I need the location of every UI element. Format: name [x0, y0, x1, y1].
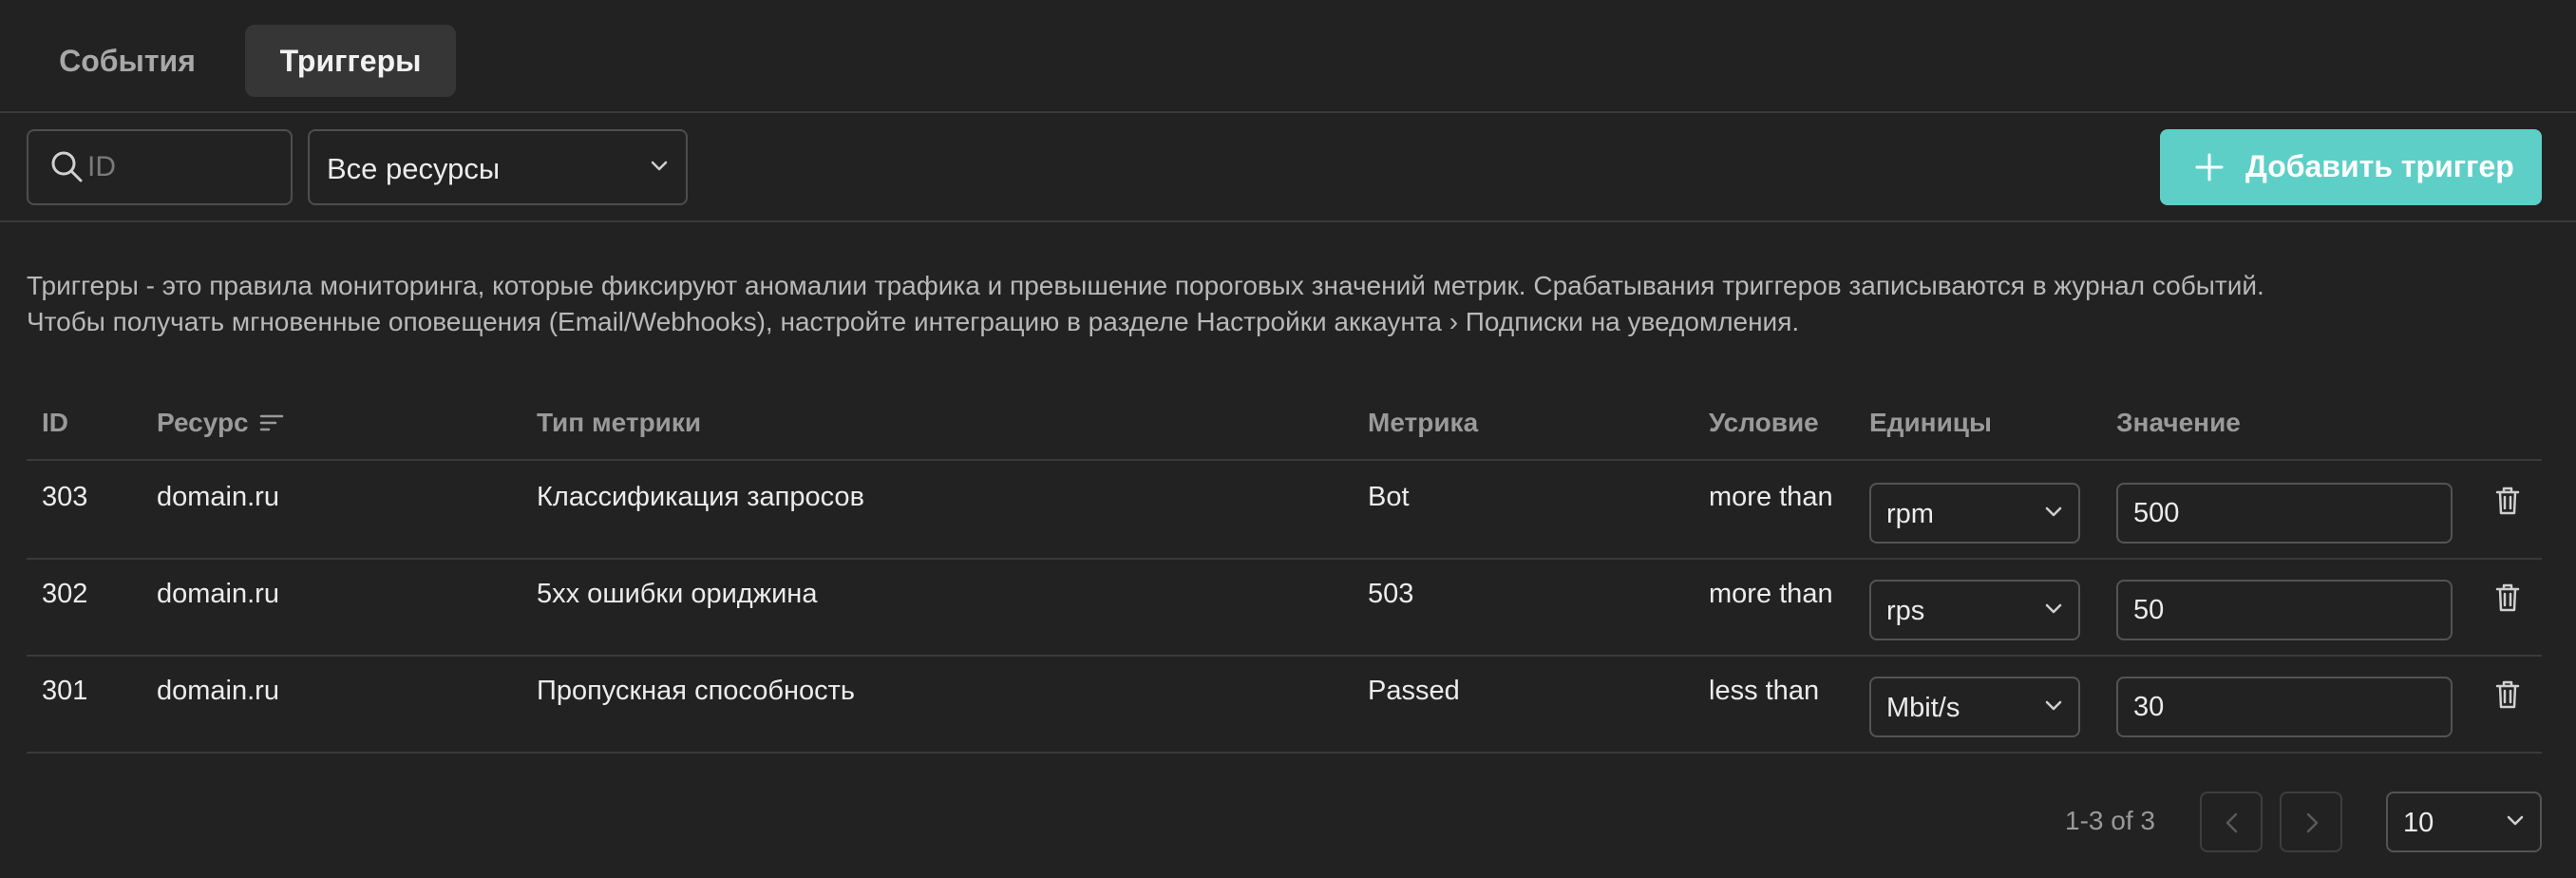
column-header-metric-type: Тип метрики [537, 408, 702, 437]
chevron-left-icon [2226, 812, 2238, 833]
column-header-units: Единицы [1869, 408, 1992, 437]
unit-select[interactable]: rps [1869, 580, 2080, 640]
pagination-range: 1-3 of 3 [2065, 806, 2155, 835]
unit-select[interactable]: rpm [1869, 483, 2080, 544]
table-header: ID Ресурс Тип метрики Метрика Условие Ед… [27, 394, 2542, 461]
trash-icon[interactable] [2494, 679, 2521, 715]
tab-events[interactable]: События [30, 25, 224, 97]
row-resource: domain.ru [157, 482, 279, 512]
tab-bar: События Триггеры [0, 0, 2576, 113]
column-header-resource-label: Ресурс [157, 408, 249, 437]
row-metric: Bot [1368, 482, 1410, 512]
chevron-down-icon [2044, 699, 2063, 717]
unit-select-value: rps [1886, 596, 1925, 626]
column-header-metric: Метрика [1368, 408, 1479, 437]
row-metric-type: 5xx ошибки ориджина [537, 579, 818, 609]
resource-filter-value: Все ресурсы [327, 152, 501, 185]
table-row: 302 domain.ru 5xx ошибки ориджина 503 mo… [27, 560, 2542, 657]
toolbar: Все ресурсы Добавить триггер [0, 113, 2576, 222]
column-header-id: ID [42, 408, 68, 437]
column-header-value: Значение [2116, 408, 2241, 437]
info-line-1: Триггеры - это правила мониторинга, кото… [27, 271, 2264, 300]
chevron-down-icon [650, 160, 669, 178]
chevron-down-icon [2044, 602, 2063, 620]
page-size-value: 10 [2403, 808, 2434, 838]
table-row: 301 domain.ru Пропускная способность Pas… [27, 657, 2542, 754]
row-condition: more than [1709, 482, 1833, 512]
chevron-down-icon [2506, 814, 2525, 832]
unit-select-value: rpm [1886, 499, 1934, 529]
page-size-select[interactable]: 10 [2386, 792, 2542, 852]
column-header-condition: Условие [1709, 408, 1819, 437]
resource-filter-select[interactable]: Все ресурсы [308, 129, 688, 205]
trash-icon[interactable] [2494, 582, 2521, 618]
tab-triggers[interactable]: Триггеры [245, 25, 456, 97]
row-resource: domain.ru [157, 676, 279, 706]
row-metric: Passed [1368, 676, 1460, 706]
search-box[interactable] [27, 129, 293, 205]
row-resource: domain.ru [157, 579, 279, 609]
unit-select-value: Mbit/s [1886, 693, 1960, 723]
add-trigger-label: Добавить триггер [2245, 149, 2514, 183]
row-metric-type: Пропускная способность [537, 676, 856, 706]
plus-icon [2194, 152, 2225, 187]
sort-icon[interactable] [259, 410, 284, 440]
row-id: 303 [42, 482, 88, 512]
add-trigger-button[interactable]: Добавить триггер [2160, 129, 2542, 205]
row-metric-type: Классификация запросов [537, 482, 864, 512]
unit-select[interactable]: Mbit/s [1869, 677, 2080, 737]
value-input[interactable] [2116, 483, 2453, 544]
next-page-button[interactable] [2280, 792, 2342, 852]
chevron-right-icon [2306, 812, 2319, 833]
search-input[interactable] [87, 144, 277, 190]
row-condition: more than [1709, 579, 1833, 609]
previous-page-button[interactable] [2200, 792, 2263, 852]
column-header-resource[interactable]: Ресурс [157, 408, 284, 440]
row-id: 302 [42, 579, 88, 609]
row-id: 301 [42, 676, 88, 706]
search-icon [49, 149, 84, 188]
info-text: Триггеры - это правила мониторинга, кото… [27, 268, 2496, 340]
value-input[interactable] [2116, 580, 2453, 640]
row-condition: less than [1709, 676, 1820, 706]
chevron-down-icon [2044, 506, 2063, 524]
row-metric: 503 [1368, 579, 1414, 609]
table-row: 303 domain.ru Классификация запросов Bot… [27, 463, 2542, 560]
info-line-2: Чтобы получать мгновенные оповещения (Em… [27, 307, 1800, 336]
trash-icon[interactable] [2494, 486, 2521, 521]
value-input[interactable] [2116, 677, 2453, 737]
